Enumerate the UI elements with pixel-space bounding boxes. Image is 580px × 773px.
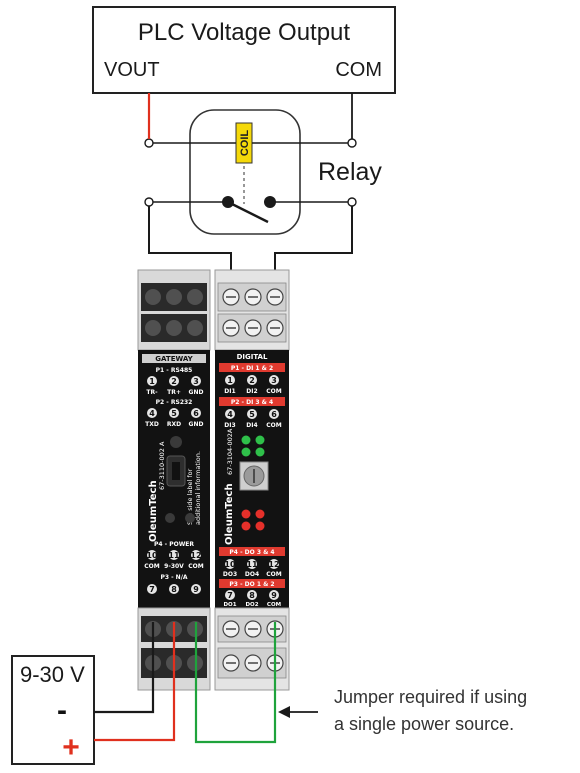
gateway-p3-terminals: 7 8 9 (147, 584, 201, 594)
dg-p2-label: DI4 (246, 422, 257, 429)
relay-terminal (144, 197, 154, 207)
plc-com-label: COM (335, 59, 382, 81)
gw-p4-num: 10 (146, 551, 158, 560)
digital-brand: OleumTech (224, 483, 235, 545)
gw-p4-label: COM (188, 563, 204, 570)
relay-terminal (347, 138, 357, 148)
dg-p2-num: 5 (249, 410, 255, 419)
note-line-1: Jumper required if using (334, 687, 527, 707)
gw-p2-label: TXD (145, 421, 159, 428)
gateway-led (165, 513, 175, 523)
gateway-p4-header: P4 - POWER (154, 541, 194, 548)
gateway-p2-header: P2 - RS232 (156, 399, 193, 406)
wiring-diagram: PLC Voltage Output VOUT COM COIL Relay G… (11, 6, 527, 765)
gw-p1-num: 3 (193, 377, 199, 386)
dg-p2-num: 4 (227, 410, 233, 419)
plc-vout-label: VOUT (104, 59, 160, 81)
relay-contact-no (264, 196, 276, 208)
relay-coil-label: COIL (239, 130, 251, 157)
dg-p3-num: 8 (249, 591, 255, 600)
digital-title: DIGITAL (237, 353, 268, 361)
gw-p4-label: COM (144, 563, 160, 570)
relay-terminal (347, 197, 357, 207)
digital-part-no: 67-3104-002A (226, 428, 234, 475)
dg-p2-label: COM (266, 422, 282, 429)
gw-p4-label: 9-30V (164, 563, 184, 570)
power-plus-label: + (62, 731, 80, 764)
gateway-p1-header: P1 - RS485 (156, 367, 193, 374)
digital-p1-header: P1 - DI 1 & 2 (231, 365, 273, 372)
dg-p2-label: DI3 (224, 422, 235, 429)
gw-p3-num: 8 (171, 585, 177, 594)
power-minus-label: - (57, 694, 67, 727)
digital-p2-header: P2 - DI 3 & 4 (231, 399, 273, 406)
dg-p4-label: COM (266, 571, 282, 578)
power-supply-box: 9-30 V - + (11, 655, 95, 765)
dg-p3-label: DO2 (245, 602, 258, 608)
note-line-2: a single power source. (334, 714, 514, 734)
dg-p4-num: 10 (224, 560, 236, 569)
gw-p2-label: GND (189, 421, 204, 428)
relay-terminal (144, 138, 154, 148)
gateway-led (185, 513, 195, 523)
gw-p1-label: GND (189, 389, 204, 396)
dg-p1-label: DI2 (246, 388, 257, 395)
dg-p3-num: 7 (227, 591, 233, 600)
gw-p1-num: 2 (171, 377, 177, 386)
gateway-side-text-2: additional information. (194, 451, 202, 525)
plc-title: PLC Voltage Output (138, 19, 350, 46)
dg-p1-label: DI1 (224, 388, 235, 395)
digital-p4-terminals: 10 11 12 DO3 DO4 COM (223, 559, 282, 578)
gw-p2-num: 4 (149, 409, 155, 418)
dg-p1-num: 3 (271, 376, 277, 385)
gw-p4-num: 12 (190, 551, 201, 560)
dg-p1-label: COM (266, 388, 282, 395)
gw-p1-label: TR+ (167, 389, 181, 396)
digital-p3-header: P3 - DO 1 & 2 (229, 581, 274, 588)
dg-p4-num: 12 (268, 560, 279, 569)
gw-p3-num: 7 (149, 585, 155, 594)
digital-p4-header: P4 - DO 3 & 4 (229, 549, 274, 556)
gw-p1-label: TR- (146, 389, 158, 396)
gw-p2-num: 5 (171, 409, 177, 418)
digital-p3-terminals: 7 8 9 DO1 DO2 COM (223, 590, 281, 608)
relay-label: Relay (318, 158, 382, 186)
gw-p3-num: 9 (193, 585, 199, 594)
dg-p1-num: 1 (227, 376, 233, 385)
gw-p2-num: 6 (193, 409, 199, 418)
gw-p4-num: 11 (168, 551, 180, 560)
gateway-p3-header: P3 - N/A (160, 574, 187, 581)
dg-p4-label: DO3 (223, 571, 237, 578)
gateway-title: GATEWAY (155, 355, 193, 363)
arrow-head-icon (278, 706, 290, 718)
dg-p3-num: 9 (271, 591, 277, 600)
dg-p2-num: 6 (271, 410, 277, 419)
gateway-part-no: 67-3110-002 A (158, 441, 166, 490)
gw-p2-label: RXD (167, 421, 181, 428)
dg-p4-label: DO4 (245, 571, 259, 578)
power-supply-label: 9-30 V (20, 662, 85, 687)
digital-module: DIGITAL P1 - DI 1 & 2 1 2 3 DI1 DI2 COM … (214, 269, 290, 691)
dg-p1-num: 2 (249, 376, 255, 385)
jumper-note: Jumper required if using a single power … (278, 687, 527, 734)
gw-p1-num: 1 (149, 377, 155, 386)
gateway-reset-button (170, 436, 182, 448)
dg-p3-label: COM (267, 602, 281, 608)
dg-p3-label: DO1 (223, 602, 236, 608)
relay: COIL Relay (144, 109, 382, 235)
dg-p4-num: 11 (246, 560, 258, 569)
plc-box: PLC Voltage Output VOUT COM (92, 6, 396, 94)
